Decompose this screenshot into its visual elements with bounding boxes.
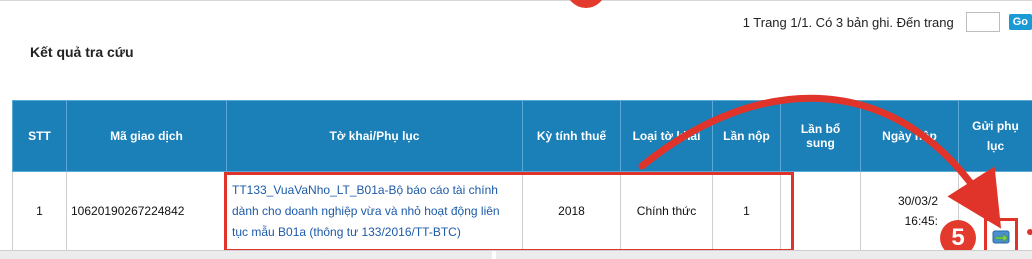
ngay-nop-date: 30/03/2 — [898, 194, 938, 208]
annotation-blob — [566, 0, 606, 8]
header-gui-phu-luc: Gửi phụ lục — [959, 101, 1032, 172]
go-button[interactable]: Go — [1009, 14, 1032, 30]
highlight-box — [224, 172, 794, 252]
top-divider — [0, 0, 1032, 1]
table-header-row: STT Mã giao dịch Tờ khai/Phụ lục Kỳ tính… — [13, 101, 1032, 172]
header-lan-bo-sung: Lần bổ sung — [781, 101, 861, 172]
header-to-khai: Tờ khai/Phụ lục — [227, 101, 523, 172]
cell-ma-giao-dich: 10620190267224842 — [67, 172, 227, 251]
send-appendix-icon[interactable] — [992, 230, 1010, 244]
header-loai-to-khai: Loại tờ khai — [621, 101, 713, 172]
header-ngay-nop: Ngày nộp — [861, 101, 959, 172]
goto-page-input[interactable] — [966, 12, 1000, 32]
cell-stt: 1 — [13, 172, 67, 251]
pagination-bar: 1 Trang 1/1. Có 3 bản ghi. Đến trang Go — [743, 10, 1032, 34]
ngay-nop-time: 16:45: — [905, 214, 938, 228]
header-stt: STT — [13, 101, 67, 172]
header-ma-giao-dich: Mã giao dịch — [67, 101, 227, 172]
header-ky-tinh-thue: Kỳ tính thuế — [523, 101, 621, 172]
pagination-info: 1 Trang 1/1. Có 3 bản ghi. Đến trang — [743, 15, 954, 30]
result-title: Kết quả tra cứu — [30, 44, 134, 60]
header-lan-nop: Lần nộp — [713, 101, 781, 172]
